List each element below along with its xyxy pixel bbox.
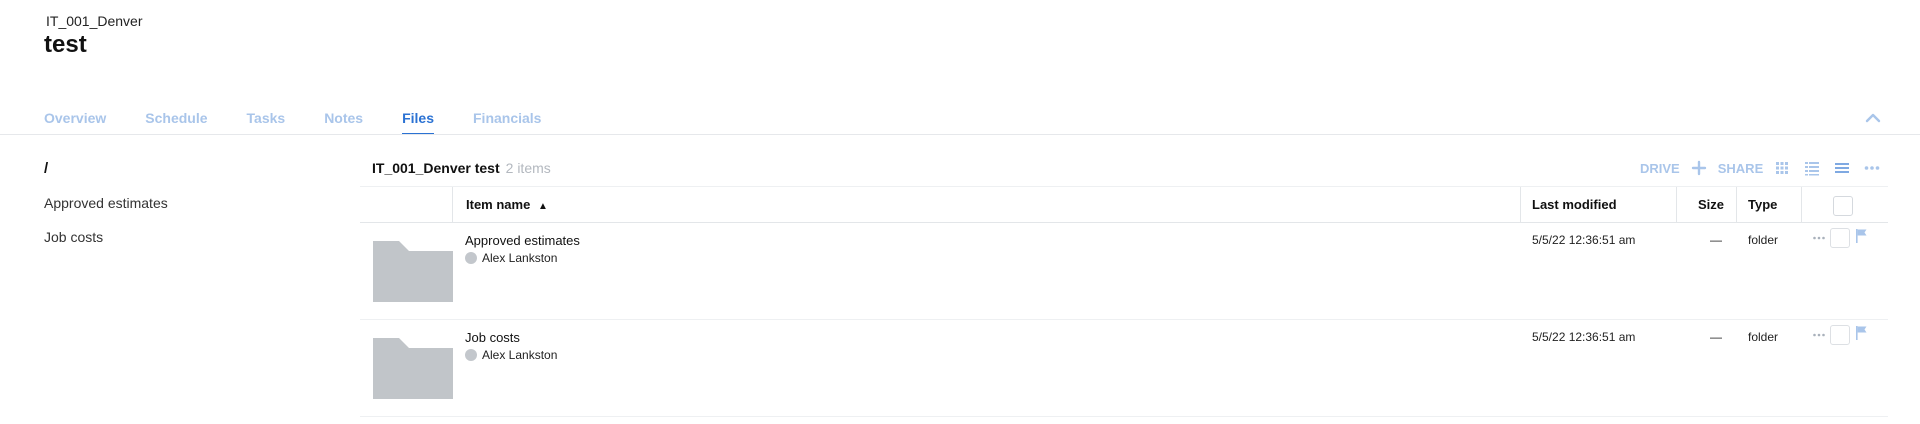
item-size: — [1710,233,1722,247]
item-type: folder [1748,330,1779,344]
owner-name: Alex Lankston [482,251,558,265]
flag-icon[interactable] [1855,325,1869,341]
tree-item-approved-estimates[interactable]: Approved estimates [44,193,168,227]
item-last-modified: 5/5/22 12:36:51 am [1532,233,1636,247]
folder-tree: / Approved estimates Job costs [44,159,168,261]
item-name[interactable]: Job costs [465,330,520,345]
sort-ascending-icon: ▲ [537,201,548,212]
tree-item-root[interactable]: / [44,159,168,193]
tab-files[interactable]: Files [402,110,434,135]
column-header-size[interactable]: Size [1698,187,1724,223]
row-checkbox[interactable] [1830,228,1850,248]
row-more-icon[interactable] [1812,328,1826,342]
item-size: — [1710,330,1722,344]
column-header-item-name[interactable]: Item name ▲ [466,187,548,223]
drive-button[interactable]: DRIVE [1640,161,1680,176]
item-type: folder [1748,233,1779,247]
column-divider [1736,187,1737,223]
item-owner: Alex Lankston [465,348,557,362]
plus-icon[interactable] [1690,159,1708,177]
chevron-up-icon[interactable] [1863,110,1883,126]
avatar [465,252,477,264]
tab-overview[interactable]: Overview [44,110,106,134]
tab-bar: Overview Schedule Tasks Notes Files Fina… [44,110,580,135]
tabs-divider [0,134,1920,135]
table-row[interactable]: Approved estimates Alex Lankston 5/5/22 … [360,223,1888,320]
column-header-last-modified[interactable]: Last modified [1532,187,1617,223]
column-divider [1801,187,1802,223]
folder-icon [373,241,453,302]
flag-icon[interactable] [1855,228,1869,244]
row-checkbox[interactable] [1830,325,1850,345]
column-divider [1676,187,1677,223]
compact-list-icon[interactable] [1833,159,1851,177]
owner-name: Alex Lankston [482,348,558,362]
avatar [465,349,477,361]
page-title: test [44,31,87,58]
tab-notes[interactable]: Notes [324,110,363,134]
tab-financials[interactable]: Financials [473,110,541,134]
files-table: Item name ▲ Last modified Size Type Appr… [360,186,1888,417]
share-button[interactable]: SHARE [1718,161,1764,176]
column-label-item-name: Item name [466,197,531,212]
tab-tasks[interactable]: Tasks [247,110,286,134]
select-all-checkbox[interactable] [1833,196,1853,216]
tab-schedule[interactable]: Schedule [145,110,207,134]
files-toolbar: DRIVE SHARE [1640,158,1881,178]
grid-view-icon[interactable] [1773,159,1791,177]
project-code: IT_001_Denver [46,13,143,29]
table-row[interactable]: Job costs Alex Lankston 5/5/22 12:36:51 … [360,320,1888,417]
folder-icon [373,338,453,399]
item-name[interactable]: Approved estimates [465,233,580,248]
column-divider [452,187,453,223]
current-folder-name: IT_001_Denver test [372,160,500,176]
tree-item-job-costs[interactable]: Job costs [44,227,168,261]
detail-list-icon[interactable] [1803,159,1821,177]
item-last-modified: 5/5/22 12:36:51 am [1532,330,1636,344]
item-owner: Alex Lankston [465,251,557,265]
row-more-icon[interactable] [1812,231,1826,245]
item-count: 2 items [505,160,551,176]
more-icon[interactable] [1863,159,1881,177]
listing-header: IT_001_Denver test 2 items [372,160,551,176]
column-divider [1520,187,1521,223]
column-header-type[interactable]: Type [1748,187,1777,223]
table-header: Item name ▲ Last modified Size Type [360,186,1888,223]
